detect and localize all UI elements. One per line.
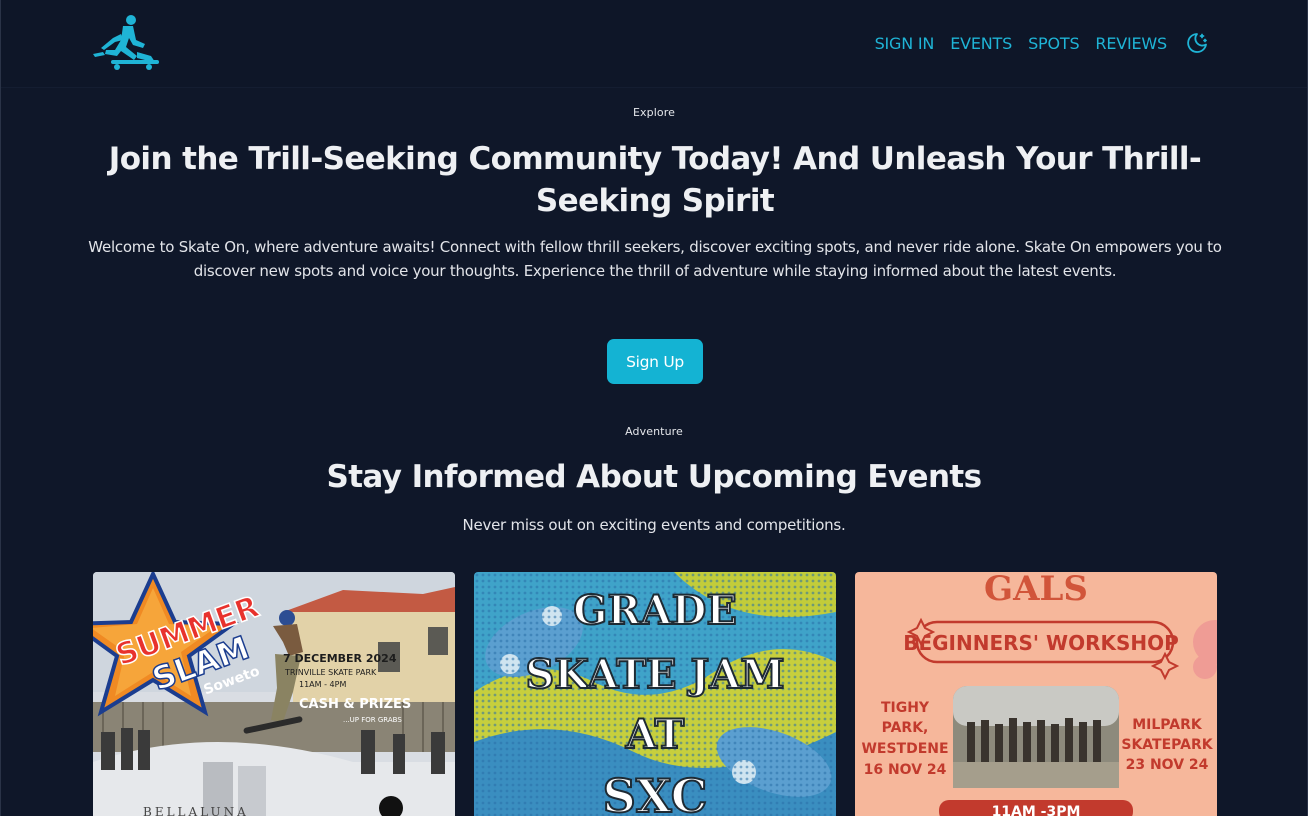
workshop-loc1-date: 16 NOV 24 [864,762,947,778]
events-subtitle: Never miss out on exciting events and co… [462,516,846,534]
summer-slam-prizes-text: CASH & PRIZES [299,697,411,712]
summer-slam-grabs-text: ...UP FOR GRABS [343,716,402,724]
event-cards: SUMMER SLAM Soweto 7 DECEMBER 2024 TRINV… [93,572,1217,816]
workshop-loc1-line3: WESTDENE [861,741,948,757]
skate-jam-title-text: SKATE JAM [525,651,784,698]
workshop-loc2-line2: SKATEPARK [1121,737,1213,753]
workshop-title-text: BEGINNERS' WORKSHOP [903,631,1179,655]
event-card-summer-slam[interactable]: SUMMER SLAM Soweto 7 DECEMBER 2024 TRINV… [93,572,455,816]
skater-logo[interactable] [93,14,161,70]
summer-slam-sponsor-text: BELLALUNA [143,805,249,816]
skate-jam-at-text: AT [625,711,685,758]
nav-reviews[interactable]: REVIEWS [1095,34,1167,53]
moon-stars-icon[interactable] [1185,31,1209,55]
skate-jam-poster: GRADE SKATE JAM AT SXC [474,572,836,816]
beginners-workshop-poster: GALS BEGINNERS' WORKSHOP TIGHY PARK, WES… [855,572,1217,816]
hero-eyebrow: Explore [633,106,675,119]
workshop-brand-text: GALS [984,572,1088,609]
skate-jam-sxc-text: SXC [603,769,708,816]
summer-slam-poster: SUMMER SLAM Soweto 7 DECEMBER 2024 TRINV… [93,572,455,816]
event-card-grade-skate-jam[interactable]: GRADE SKATE JAM AT SXC [474,572,836,816]
nav-sign-in[interactable]: SIGN IN [875,34,935,53]
skate-jam-grade-text: GRADE [573,587,737,634]
navbar: SIGN IN EVENTS SPOTS REVIEWS [1,0,1307,88]
workshop-loc1-line1: TIGHY [881,700,930,716]
page: SIGN IN EVENTS SPOTS REVIEWS Explore Joi… [0,0,1308,816]
summer-slam-venue-text: TRINVILLE SKATE PARK [284,668,377,677]
event-card-beginners-workshop[interactable]: GALS BEGINNERS' WORKSHOP TIGHY PARK, WES… [855,572,1217,816]
workshop-time-text: 11AM -3PM [992,804,1081,816]
workshop-loc2-date: 23 NOV 24 [1126,757,1209,773]
hero-description: Welcome to Skate On, where adventure awa… [88,238,1222,280]
nav-links: SIGN IN EVENTS SPOTS REVIEWS [875,31,1209,55]
events-title: Stay Informed About Upcoming Events [326,459,982,495]
summer-slam-time-text: 11AM - 4PM [299,680,346,689]
hero-title: Join the Trill-Seeking Community Today! … [108,141,1202,219]
workshop-loc2-line1: MILPARK [1132,717,1203,733]
nav-spots[interactable]: SPOTS [1028,34,1080,53]
events-eyebrow: Adventure [625,425,683,438]
nav-events[interactable]: EVENTS [950,34,1012,53]
sign-up-button[interactable]: Sign Up [607,339,703,384]
workshop-loc1-line2: PARK, [882,720,929,736]
summer-slam-date-text: 7 DECEMBER 2024 [283,652,397,665]
